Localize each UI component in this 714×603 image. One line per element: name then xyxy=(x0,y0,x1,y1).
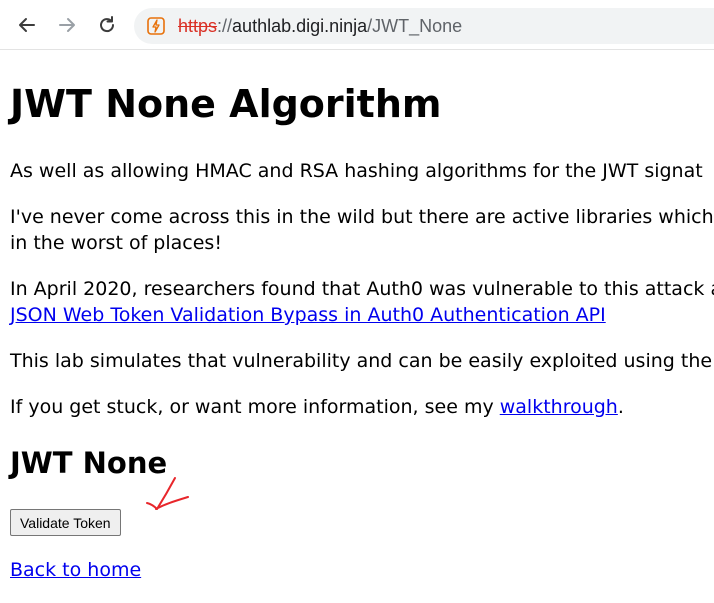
lab-paragraph: This lab simulates that vulnerability an… xyxy=(10,350,713,372)
url-text[interactable]: https://authlab.digi.ninja/JWT_None xyxy=(178,16,462,36)
validate-token-button[interactable]: Validate Token xyxy=(10,509,121,536)
wild-paragraph-line-1: I've never come across this in the wild … xyxy=(10,206,714,228)
help-period: . xyxy=(617,396,624,418)
research-link-line: JSON Web Token Validation Bypass in Auth… xyxy=(10,302,606,328)
research-paragraph: In April 2020, researchers found that Au… xyxy=(10,278,714,300)
back-to-home-link[interactable]: Back to home xyxy=(10,557,141,583)
page-title: JWT None Algorithm xyxy=(10,82,442,126)
reload-icon[interactable] xyxy=(91,9,123,41)
not-secure-icon[interactable] xyxy=(146,16,166,36)
page-content: JWT None Algorithm As well as allowing H… xyxy=(10,50,714,603)
url-separator: :// xyxy=(217,16,233,36)
auth0-bypass-link[interactable]: JSON Web Token Validation Bypass in Auth… xyxy=(10,304,606,326)
back-arrow-icon[interactable] xyxy=(11,9,43,41)
url-path: /JWT_None xyxy=(367,16,463,36)
address-bar[interactable]: https://authlab.digi.ninja/JWT_None xyxy=(134,8,714,44)
url-scheme: https xyxy=(178,16,218,36)
help-paragraph: If you get stuck, or want more informati… xyxy=(10,394,624,420)
url-host: authlab.digi.ninja xyxy=(232,16,368,36)
intro-paragraph: As well as allowing HMAC and RSA hashing… xyxy=(10,160,703,182)
forward-arrow-icon[interactable] xyxy=(51,9,83,41)
wild-paragraph-line-2: in the worst of places! xyxy=(10,232,222,254)
red-check-annotation-icon xyxy=(146,477,189,510)
walkthrough-link[interactable]: walkthrough xyxy=(500,396,618,418)
help-text: If you get stuck, or want more informati… xyxy=(10,396,500,418)
browser-toolbar: https://authlab.digi.ninja/JWT_None xyxy=(0,0,714,50)
